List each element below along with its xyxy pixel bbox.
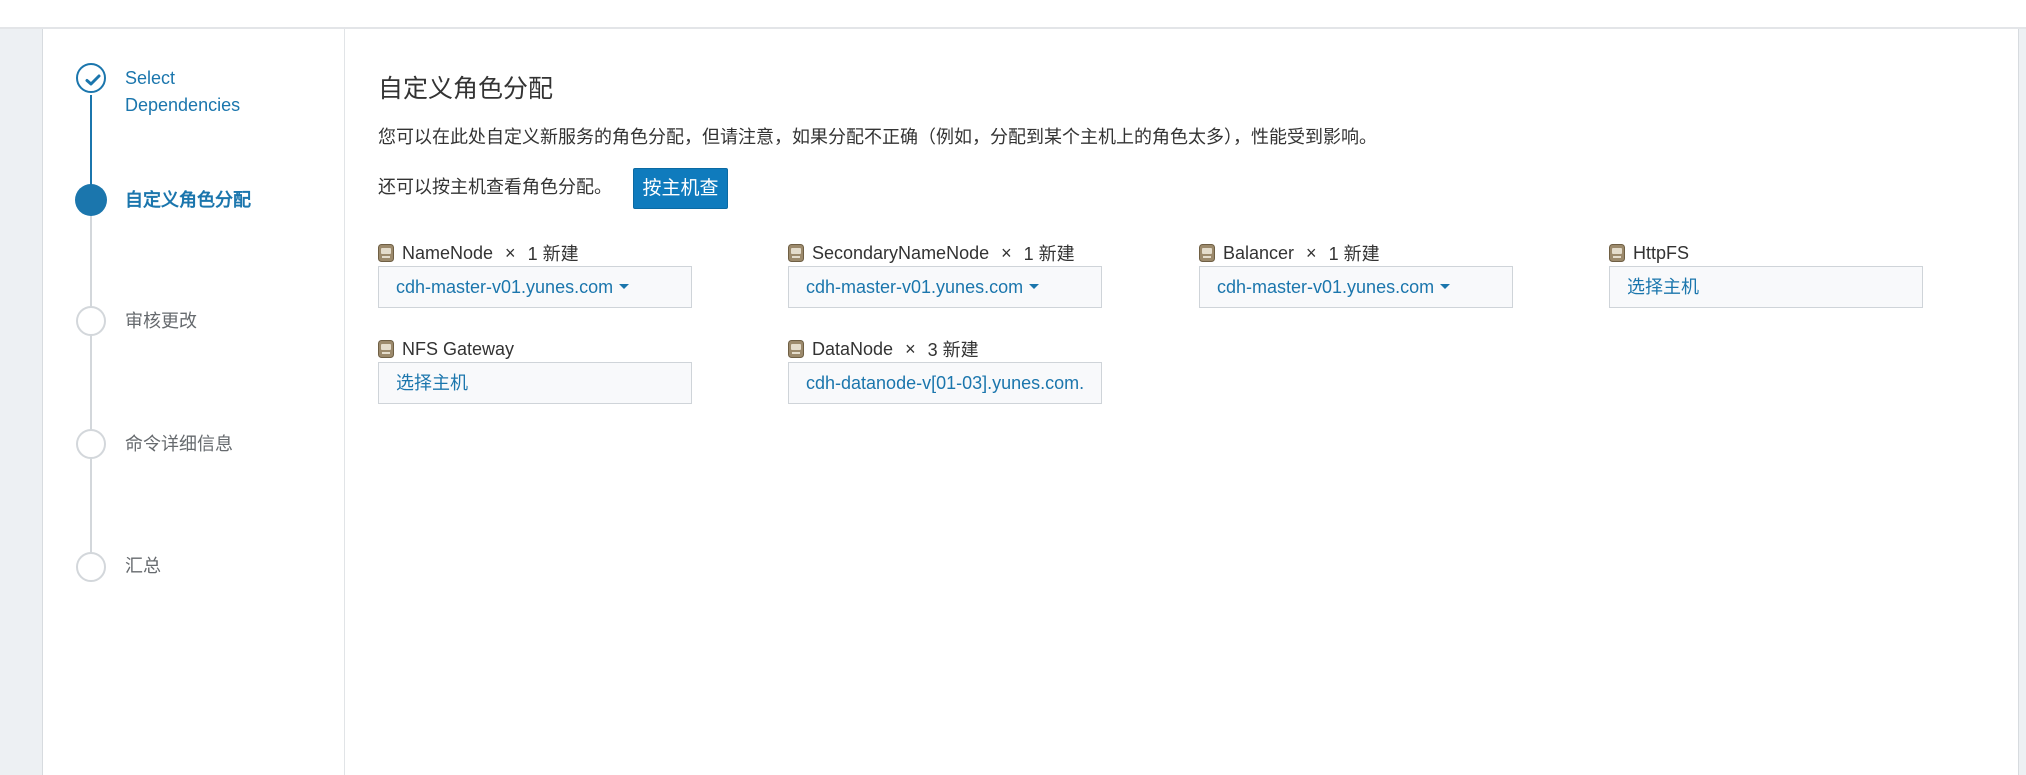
main-content: 自定义角色分配 您可以在此处自定义新服务的角色分配，但请注意，如果分配不正确（例… bbox=[345, 29, 2017, 775]
caret-down-icon bbox=[619, 283, 630, 289]
role-icon bbox=[378, 244, 394, 262]
role-multiplier: × bbox=[505, 242, 516, 263]
left-gutter bbox=[0, 29, 43, 775]
role-header: NFS Gateway bbox=[378, 337, 514, 361]
role-name: HttpFS bbox=[1633, 242, 1690, 263]
role-icon bbox=[1199, 244, 1215, 262]
host-value: 选择主机 bbox=[396, 373, 468, 393]
host-value: cdh-master-v01.yunes.com bbox=[396, 277, 614, 297]
role-icon bbox=[788, 244, 804, 262]
host-value: cdh-master-v01.yunes.com bbox=[806, 277, 1024, 297]
step-connector-pending bbox=[90, 200, 92, 568]
check-icon bbox=[85, 74, 101, 86]
host-selector[interactable]: cdh-datanode-v[01-03].yunes.com. bbox=[788, 362, 1102, 404]
page-description: 您可以在此处自定义新服务的角色分配，但请注意，如果分配不正确（例如，分配到某个主… bbox=[378, 127, 1377, 147]
right-gutter bbox=[2018, 29, 2026, 775]
role-multiplier: × bbox=[905, 338, 916, 359]
host-selector[interactable]: cdh-master-v01.yunes.com bbox=[378, 266, 692, 308]
role-header: HttpFS bbox=[1609, 241, 1689, 265]
role-header: NameNode × 1 新建 bbox=[378, 241, 579, 265]
page-title: 自定义角色分配 bbox=[378, 75, 554, 103]
wizard-steps-nav bbox=[43, 29, 345, 775]
role-count: 3 新建 bbox=[927, 340, 979, 360]
role-icon bbox=[788, 340, 804, 358]
step-customize-roles: 自定义角色分配 bbox=[125, 190, 251, 210]
host-selector[interactable]: 选择主机 bbox=[378, 362, 692, 404]
step-select-dependencies-indicator[interactable] bbox=[76, 63, 106, 93]
step-summary: 汇总 bbox=[125, 556, 161, 576]
step-review-changes-indicator bbox=[76, 306, 106, 336]
role-count: 1 新建 bbox=[1023, 244, 1075, 264]
view-by-host-button[interactable]: 按主机查看 bbox=[633, 168, 728, 238]
host-value: cdh-datanode-v[01-03].yunes.com. bbox=[806, 373, 1085, 393]
step-command-details: 命令详细信息 bbox=[125, 434, 233, 454]
role-name: Balancer bbox=[1223, 242, 1295, 263]
host-selector[interactable]: cdh-master-v01.yunes.com bbox=[1199, 266, 1513, 308]
role-multiplier: × bbox=[1306, 242, 1317, 263]
caret-down-icon bbox=[1029, 283, 1040, 289]
host-selector[interactable]: cdh-master-v01.yunes.com bbox=[788, 266, 1102, 308]
step-select-dependencies[interactable]: Select Dependencies bbox=[125, 65, 240, 119]
role-count: 1 新建 bbox=[527, 244, 579, 264]
role-name: NameNode bbox=[402, 242, 494, 263]
caret-down-icon bbox=[1440, 283, 1451, 289]
step-command-details-indicator bbox=[76, 429, 106, 459]
role-header: DataNode × 3 新建 bbox=[788, 337, 979, 361]
view-by-host-hint: 还可以按主机查看角色分配。 bbox=[378, 177, 612, 197]
step-summary-indicator bbox=[76, 552, 106, 582]
host-value: 选择主机 bbox=[1627, 277, 1699, 297]
host-selector[interactable]: 选择主机 bbox=[1609, 266, 1923, 308]
step-label-line1: Select bbox=[125, 68, 176, 88]
role-icon bbox=[1609, 244, 1625, 262]
role-multiplier: × bbox=[1001, 242, 1012, 263]
role-header: Balancer × 1 新建 bbox=[1199, 241, 1380, 265]
role-icon bbox=[378, 340, 394, 358]
step-review-changes: 审核更改 bbox=[125, 311, 197, 331]
role-count: 1 新建 bbox=[1328, 244, 1380, 264]
role-name: SecondaryNameNode bbox=[812, 242, 990, 263]
step-customize-roles-indicator bbox=[75, 184, 107, 216]
host-value: cdh-master-v01.yunes.com bbox=[1217, 277, 1435, 297]
role-name: DataNode bbox=[812, 338, 894, 359]
role-header: SecondaryNameNode × 1 新建 bbox=[788, 241, 1075, 265]
step-label-line2: Dependencies bbox=[125, 95, 241, 115]
role-name: NFS Gateway bbox=[402, 338, 515, 359]
top-bar bbox=[0, 0, 2026, 29]
